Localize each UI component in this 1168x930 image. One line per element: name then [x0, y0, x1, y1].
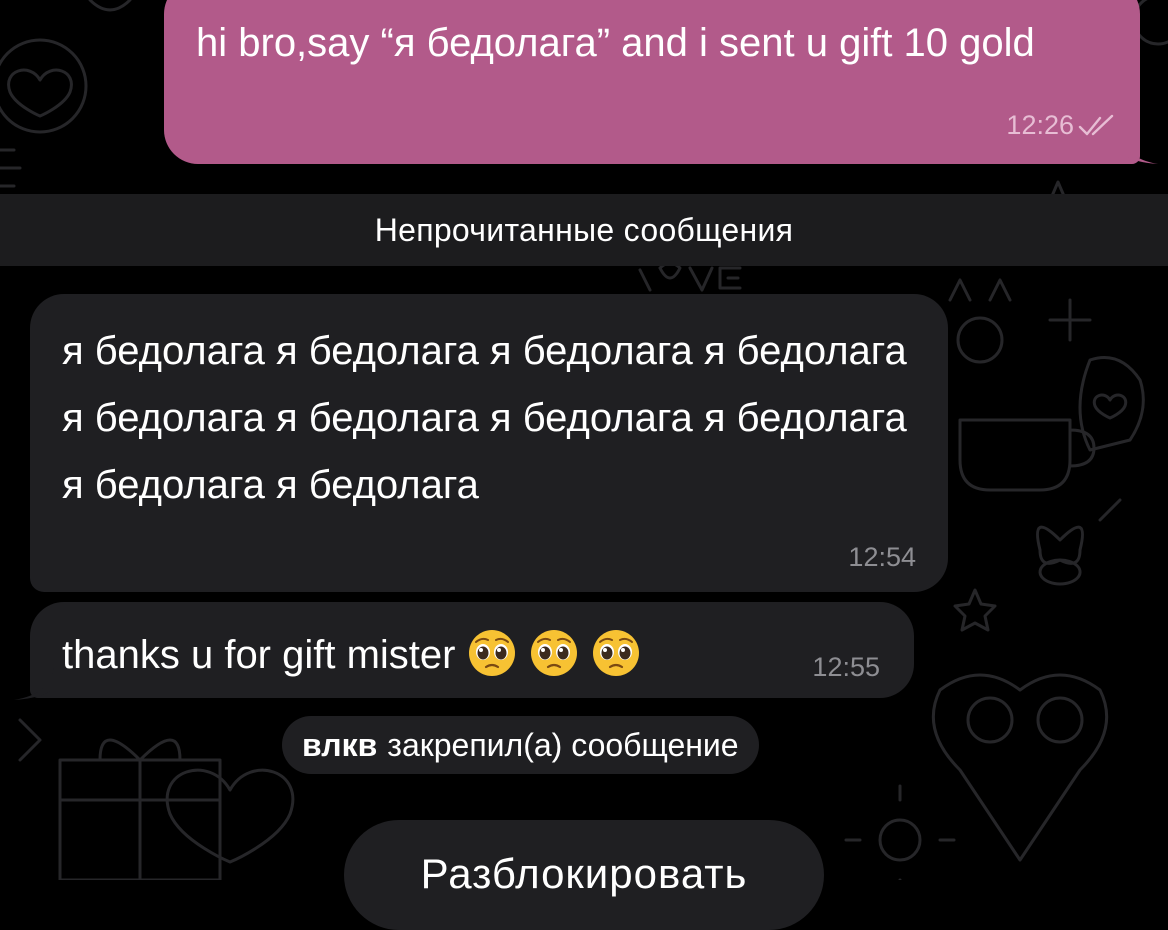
pleading-face-icon — [593, 630, 640, 676]
unblock-button[interactable]: Разблокировать — [344, 820, 824, 930]
outgoing-bubble-tail — [1118, 130, 1158, 164]
love-lettering-doodle — [638, 261, 742, 292]
pinned-notice-action: закрепил(а) сообщение — [387, 726, 739, 763]
heart-doodle-icon — [7, 68, 73, 118]
outgoing-message-time: 12:26 — [1006, 110, 1074, 140]
incoming-message-text: я бедолага я бедолага я бедолага я бедол… — [62, 329, 907, 507]
pinned-notice-author: влкв — [302, 726, 378, 763]
incoming-bubble-tail — [14, 668, 54, 700]
unread-messages-divider: Непрочитанные сообщения — [0, 194, 1168, 266]
outgoing-message-text: hi bro,say “я бедолага” and i sent u gif… — [196, 21, 1035, 65]
dots-doodle — [0, 148, 22, 188]
pinned-message-notice[interactable]: влкв закрепил(а) сообщение — [282, 716, 759, 774]
incoming-message-bubble[interactable]: thanks u for gift mister 12:55 — [30, 602, 914, 698]
double-check-icon — [1078, 114, 1114, 135]
ring-doodle-icon — [1038, 558, 1082, 586]
bouquet-doodle-icon — [931, 673, 1109, 862]
incoming-message-content: thanks u for gift mister — [62, 628, 641, 679]
incoming-message-bubble[interactable]: я бедолага я бедолага я бедолага я бедол… — [30, 294, 948, 592]
pleading-face-icon — [469, 630, 516, 676]
flower-doodle-icon — [0, 38, 88, 134]
outgoing-message-bubble[interactable]: hi bro,say “я бедолага” and i sent u gif… — [164, 0, 1140, 164]
sun-doodle-icon — [844, 784, 956, 880]
incoming-message-time: 12:55 — [812, 652, 880, 682]
butterfly-doodle-icon — [1036, 498, 1122, 565]
heart-small-doodle-icon — [1092, 393, 1128, 420]
mitten-doodle-icon — [1078, 356, 1145, 452]
sparkle-doodle-icon — [1048, 298, 1092, 342]
incoming-message-text: thanks u for gift mister — [62, 633, 456, 677]
leaf-doodle-icon — [88, 0, 132, 12]
heart-box-doodle-icon — [165, 768, 295, 864]
cat-doodle-icon — [948, 278, 1012, 302]
star-outline-doodle-icon — [953, 588, 997, 632]
unread-divider-label: Непрочитанные сообщения — [374, 211, 794, 248]
gift-box-doodle-icon — [58, 738, 222, 880]
pleading-face-icon — [531, 630, 578, 676]
arrow-doodle — [18, 718, 42, 762]
cup-doodle-icon — [958, 418, 1096, 492]
outgoing-message-meta: 12:26 — [1006, 110, 1116, 141]
incoming-message-time: 12:54 — [848, 542, 916, 572]
